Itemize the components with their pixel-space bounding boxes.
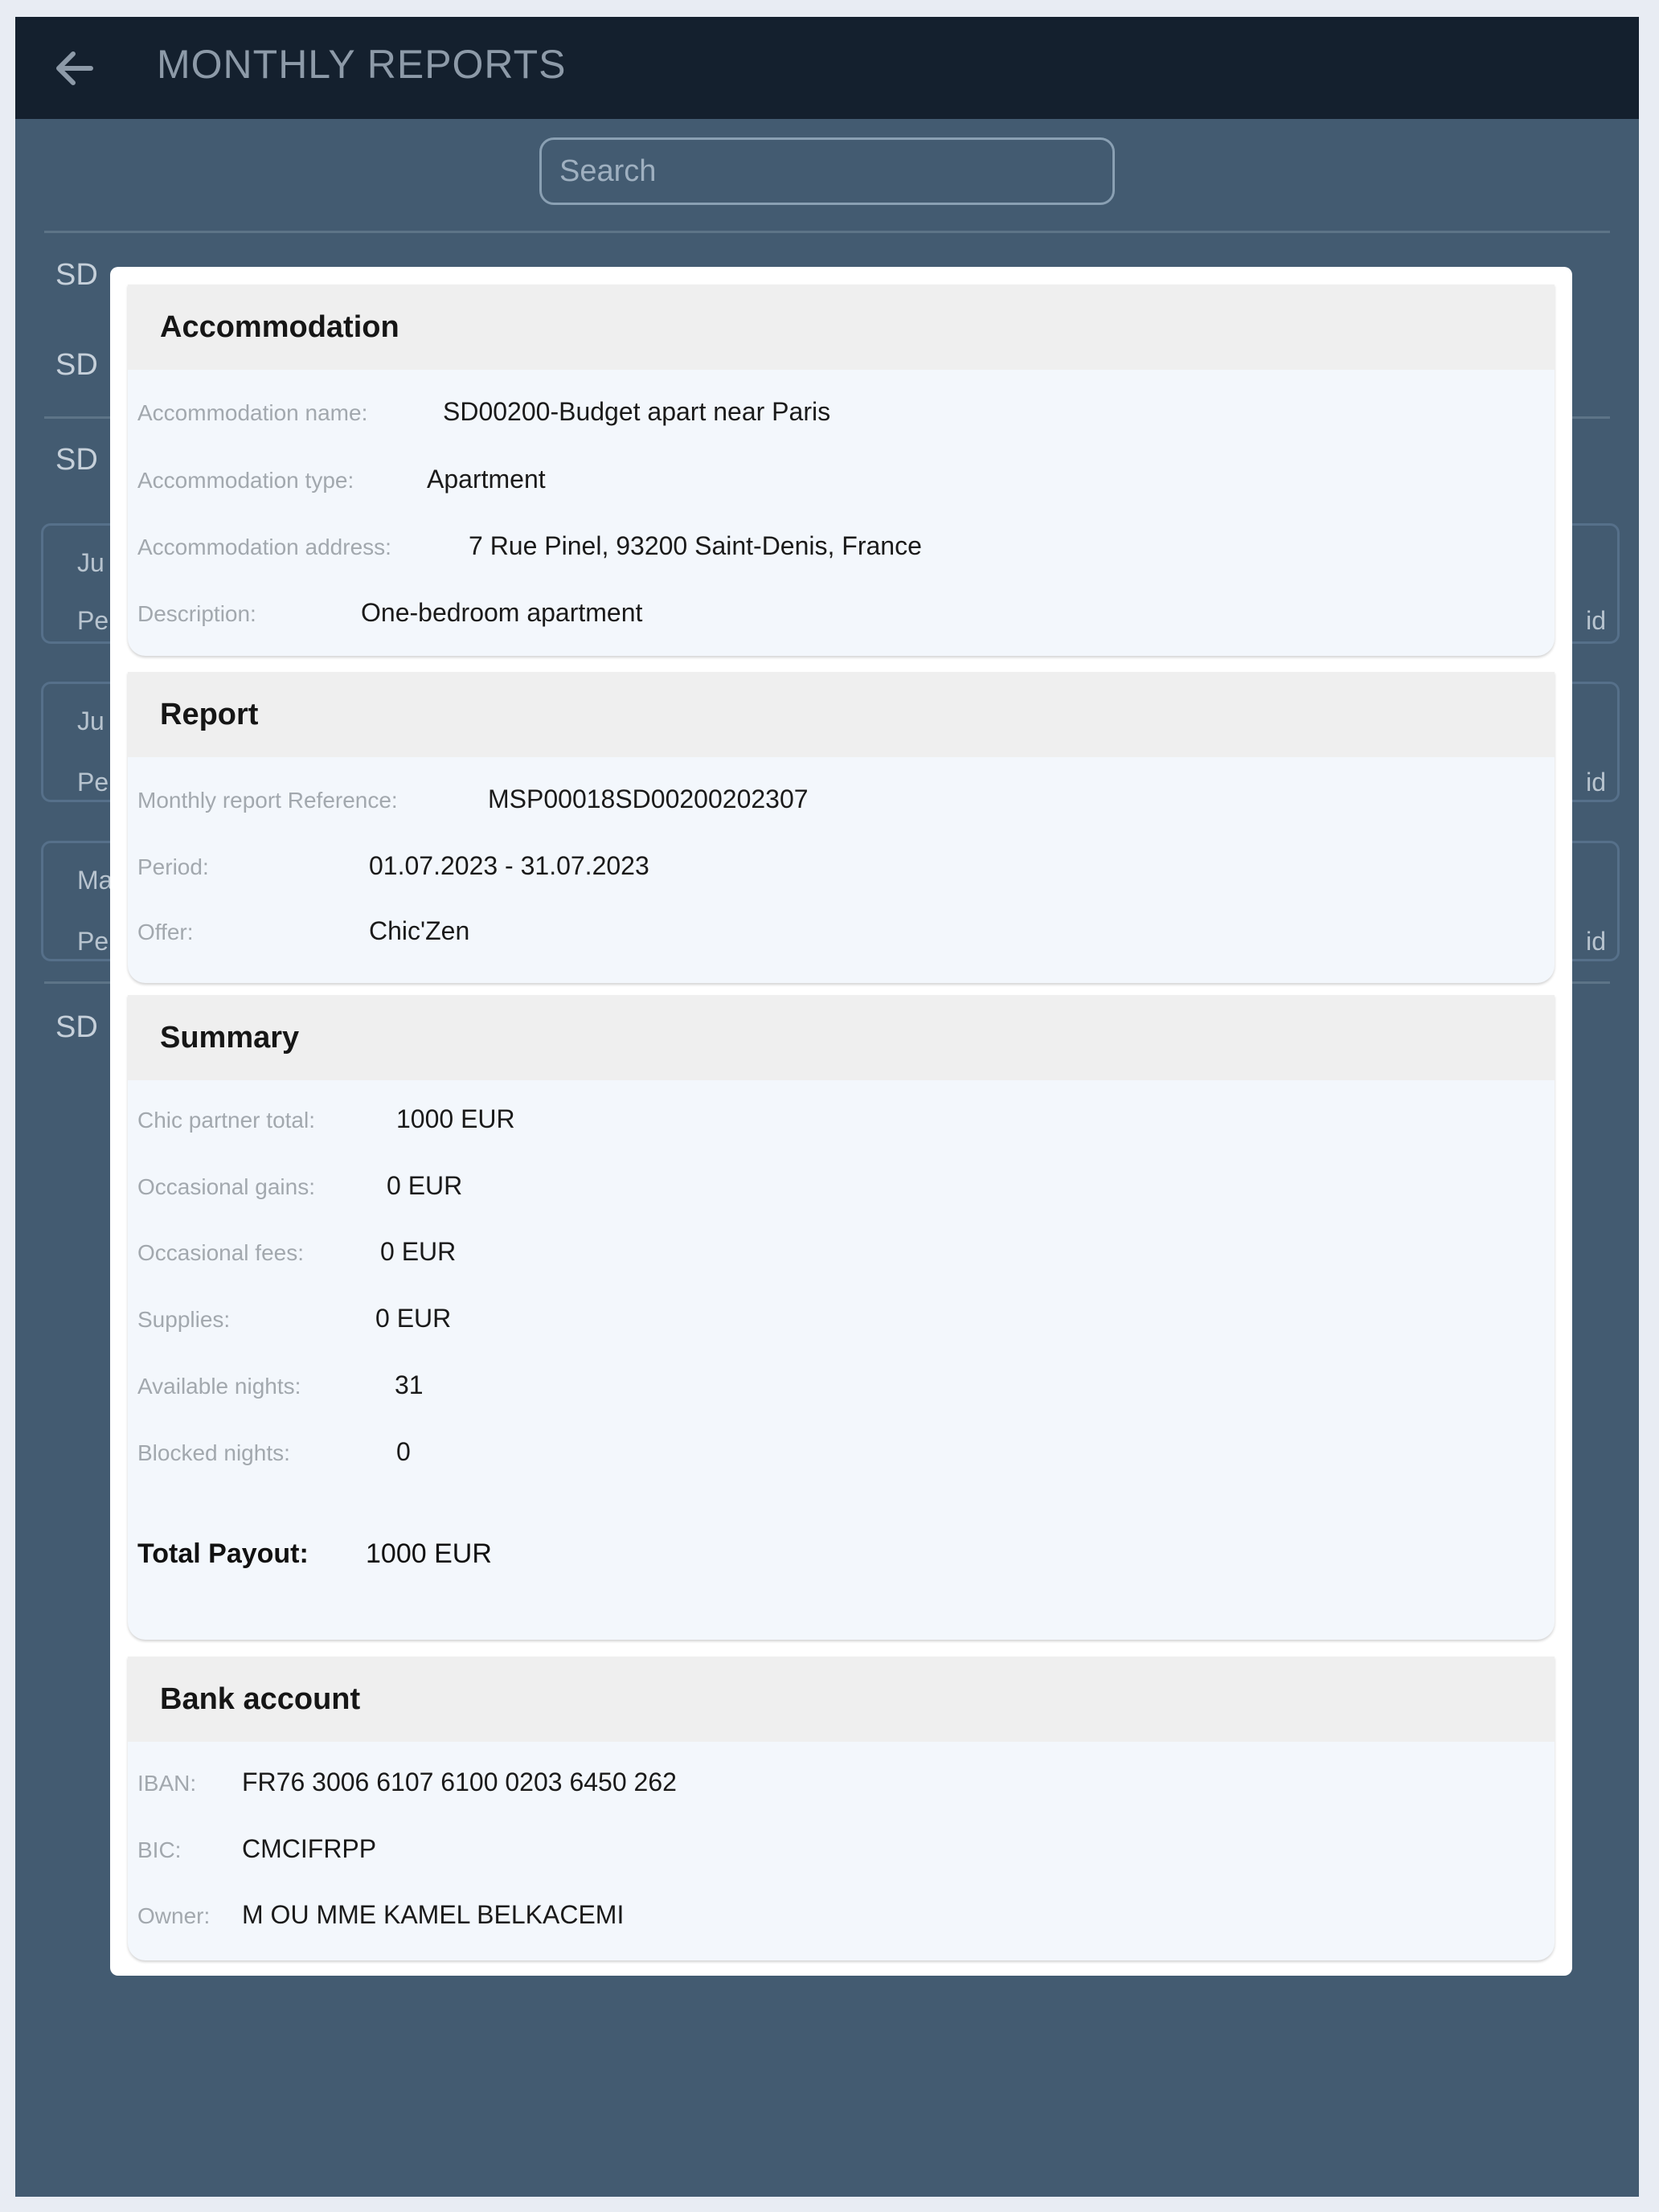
bic-field: BIC: CMCIFRPP: [137, 1834, 376, 1864]
report-section: Report Monthly report Reference: MSP0001…: [128, 672, 1555, 983]
field-label: Occasional gains:: [137, 1174, 316, 1199]
field-value: 7 Rue Pinel, 93200 Saint-Denis, France: [469, 531, 922, 560]
card-month: Ju: [77, 707, 104, 735]
offer-field: Offer: Chic'Zen: [137, 916, 469, 946]
field-label: Description:: [137, 601, 256, 626]
partner-total-field: Chic partner total: 1000 EUR: [137, 1104, 515, 1134]
blocked-nights-field: Blocked nights: 0: [137, 1437, 411, 1467]
card-period: Pe: [77, 606, 109, 635]
field-label: Accommodation address:: [137, 535, 391, 559]
field-value: MSP00018SD00200202307: [488, 784, 809, 813]
section-header: Accommodation: [128, 285, 1555, 370]
accommodation-type-field: Accommodation type: Apartment: [137, 465, 546, 494]
card-status: id: [1586, 768, 1606, 797]
divider: [44, 231, 1610, 233]
field-label: Available nights:: [137, 1374, 301, 1399]
iban-field: IBAN: FR76 3006 6107 6100 0203 6450 262: [137, 1768, 677, 1797]
section-title: Report: [160, 697, 259, 731]
field-label: Supplies:: [137, 1307, 231, 1332]
field-label: Period:: [137, 854, 209, 879]
section-header: Report: [128, 672, 1555, 757]
card-period: Pe: [77, 927, 109, 956]
accommodation-row-label[interactable]: SD: [55, 443, 98, 477]
occasional-fees-field: Occasional fees: 0 EUR: [137, 1237, 456, 1267]
arrow-left-icon[interactable]: [49, 43, 100, 94]
field-value: Chic'Zen: [369, 916, 470, 945]
field-value: 0: [396, 1437, 411, 1466]
summary-section: Summary Chic partner total: 1000 EUR Occ…: [128, 995, 1555, 1640]
card-period: Pe: [77, 768, 109, 797]
card-month: Ma: [77, 866, 113, 895]
section-title: Accommodation: [160, 309, 399, 344]
field-value: Apartment: [427, 465, 546, 494]
field-label: Owner:: [137, 1903, 211, 1928]
section-title: Bank account: [160, 1682, 361, 1716]
section-title: Summary: [160, 1020, 300, 1055]
total-payout-value: 1000 EUR: [366, 1538, 492, 1569]
field-label: Accommodation name:: [137, 400, 368, 425]
field-label: IBAN:: [137, 1771, 197, 1796]
field-value: 0 EUR: [387, 1171, 463, 1200]
description-field: Description: One-bedroom apartment: [137, 598, 642, 628]
field-label: Chic partner total:: [137, 1108, 315, 1133]
field-label: Occasional fees:: [137, 1240, 304, 1265]
field-value: 0 EUR: [375, 1304, 452, 1333]
accommodation-section: Accommodation Accommodation name: SD0020…: [128, 285, 1555, 656]
total-payout-label: Total Payout:: [137, 1538, 309, 1569]
field-label: Accommodation type:: [137, 468, 354, 493]
occasional-gains-field: Occasional gains: 0 EUR: [137, 1171, 462, 1201]
app-frame: MONTHLY REPORTS SD ⌄ SD ⌄ SD ⌃ Ju Pe id …: [15, 17, 1639, 2197]
section-header: Bank account: [128, 1657, 1555, 1742]
supplies-field: Supplies: 0 EUR: [137, 1304, 451, 1333]
period-field: Period: 01.07.2023 - 31.07.2023: [137, 851, 649, 881]
accommodation-row-label[interactable]: SD: [55, 258, 98, 293]
top-bar: MONTHLY REPORTS: [15, 17, 1639, 119]
accommodation-row-label[interactable]: SD: [55, 1010, 98, 1045]
field-value: 1000 EUR: [396, 1104, 515, 1133]
field-value: 01.07.2023 - 31.07.2023: [369, 851, 649, 880]
field-value: FR76 3006 6107 6100 0203 6450 262: [242, 1768, 677, 1796]
field-label: BIC:: [137, 1837, 182, 1862]
accommodation-row-label[interactable]: SD: [55, 348, 98, 383]
field-value: 0 EUR: [380, 1237, 457, 1266]
available-nights-field: Available nights: 31: [137, 1370, 424, 1400]
accommodation-address-field: Accommodation address: 7 Rue Pinel, 9320…: [137, 531, 922, 561]
search-input[interactable]: [539, 137, 1115, 205]
card-status: id: [1586, 606, 1606, 635]
section-header: Summary: [128, 995, 1555, 1080]
card-status: id: [1586, 927, 1606, 956]
field-value: SD00200-Budget apart near Paris: [443, 397, 831, 426]
owner-field: Owner: M OU MME KAMEL BELKACEMI: [137, 1900, 624, 1930]
report-details-modal: Accommodation Accommodation name: SD0020…: [110, 267, 1572, 1976]
field-label: Offer:: [137, 920, 194, 944]
field-label: Monthly report Reference:: [137, 788, 398, 813]
field-value: M OU MME KAMEL BELKACEMI: [242, 1900, 625, 1929]
page-title: MONTHLY REPORTS: [157, 42, 567, 87]
field-value: 31: [395, 1370, 424, 1399]
field-value: CMCIFRPP: [242, 1834, 377, 1863]
bank-account-section: Bank account IBAN: FR76 3006 6107 6100 0…: [128, 1657, 1555, 1960]
report-reference-field: Monthly report Reference: MSP00018SD0020…: [137, 784, 809, 814]
field-label: Blocked nights:: [137, 1440, 290, 1465]
total-payout-field: Total Payout: 1000 EUR: [137, 1538, 492, 1570]
field-value: One-bedroom apartment: [361, 598, 643, 627]
accommodation-name-field: Accommodation name: SD00200-Budget apart…: [137, 397, 830, 427]
card-month: Ju: [77, 548, 104, 577]
